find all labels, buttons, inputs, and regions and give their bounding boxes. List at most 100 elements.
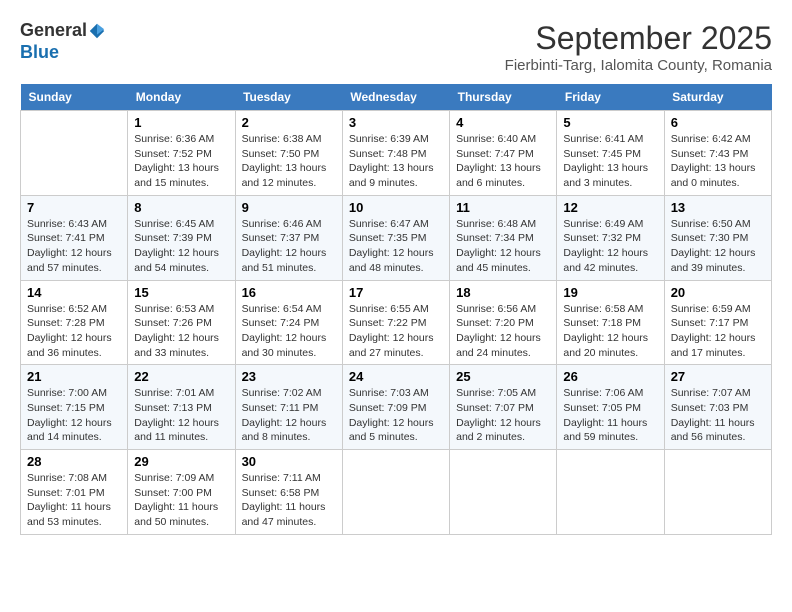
day-header-wednesday: Wednesday [342,84,449,111]
day-number: 28 [27,454,121,469]
day-info: Sunrise: 6:54 AMSunset: 7:24 PMDaylight:… [242,302,336,361]
calendar-cell: 23 Sunrise: 7:02 AMSunset: 7:11 PMDayligh… [235,365,342,450]
day-number: 3 [349,115,443,130]
day-info: Sunrise: 6:43 AMSunset: 7:41 PMDaylight:… [27,217,121,276]
day-number: 14 [27,285,121,300]
day-number: 15 [134,285,228,300]
calendar-cell: 17Sunrise: 6:55 AMSunset: 7:22 PMDayligh… [342,280,449,365]
calendar-cell: 30 Sunrise: 7:11 AMSunset: 6:58 PMDayligh… [235,450,342,535]
calendar-cell: 21Sunrise: 7:00 AMSunset: 7:15 PMDayligh… [21,365,128,450]
day-number: 8 [134,200,228,215]
calendar-cell: 10Sunrise: 6:47 AMSunset: 7:35 PMDayligh… [342,195,449,280]
day-info: Sunrise: 7:07 AMSunset: 7:03 PMDaylight:… [671,386,765,445]
day-number: 21 [27,369,121,384]
header-row: SundayMondayTuesdayWednesdayThursdayFrid… [21,84,772,111]
calendar-cell: 19 Sunrise: 6:58 AMSunset: 7:18 PMDayligh… [557,280,664,365]
day-number: 22 [134,369,228,384]
day-number: 27 [671,369,765,384]
week-row-1: 1 Sunrise: 6:36 AMSunset: 7:52 PMDaylight… [21,111,772,196]
day-number: 23 [242,369,336,384]
calendar-cell: 6Sunrise: 6:42 AMSunset: 7:43 PMDaylight… [664,111,771,196]
day-header-sunday: Sunday [21,84,128,111]
calendar-cell [342,450,449,535]
calendar-cell: 18Sunrise: 6:56 AMSunset: 7:20 PMDayligh… [450,280,557,365]
calendar-cell: 1 Sunrise: 6:36 AMSunset: 7:52 PMDaylight… [128,111,235,196]
calendar-cell: 3Sunrise: 6:39 AMSunset: 7:48 PMDaylight… [342,111,449,196]
calendar-cell: 28Sunrise: 7:08 AMSunset: 7:01 PMDayligh… [21,450,128,535]
day-number: 5 [563,115,657,130]
day-info: Sunrise: 6:58 AMSunset: 7:18 PMDaylight:… [563,302,657,361]
week-row-2: 7 Sunrise: 6:43 AMSunset: 7:41 PMDaylight… [21,195,772,280]
week-row-5: 28Sunrise: 7:08 AMSunset: 7:01 PMDayligh… [21,450,772,535]
calendar-cell: 11 Sunrise: 6:48 AMSunset: 7:34 PMDayligh… [450,195,557,280]
day-number: 24 [349,369,443,384]
day-info: Sunrise: 6:49 AMSunset: 7:32 PMDaylight:… [563,217,657,276]
day-info: Sunrise: 7:06 AMSunset: 7:05 PMDaylight:… [563,386,657,445]
calendar-cell: 26 Sunrise: 7:06 AMSunset: 7:05 PMDayligh… [557,365,664,450]
day-info: Sunrise: 6:59 AMSunset: 7:17 PMDaylight:… [671,302,765,361]
day-number: 6 [671,115,765,130]
calendar-cell: 29 Sunrise: 7:09 AMSunset: 7:00 PMDayligh… [128,450,235,535]
day-info: Sunrise: 6:45 AMSunset: 7:39 PMDaylight:… [134,217,228,276]
month-title: September 2025 [505,20,772,57]
day-header-tuesday: Tuesday [235,84,342,111]
day-header-friday: Friday [557,84,664,111]
day-number: 18 [456,285,550,300]
calendar-cell: 12 Sunrise: 6:49 AMSunset: 7:32 PMDayligh… [557,195,664,280]
calendar-cell: 13 Sunrise: 6:50 AMSunset: 7:30 PMDayligh… [664,195,771,280]
day-info: Sunrise: 6:46 AMSunset: 7:37 PMDaylight:… [242,217,336,276]
day-number: 29 [134,454,228,469]
calendar-cell [450,450,557,535]
day-info: Sunrise: 6:48 AMSunset: 7:34 PMDaylight:… [456,217,550,276]
week-row-4: 21Sunrise: 7:00 AMSunset: 7:15 PMDayligh… [21,365,772,450]
day-info: Sunrise: 7:05 AMSunset: 7:07 PMDaylight:… [456,386,550,445]
day-number: 19 [563,285,657,300]
day-number: 12 [563,200,657,215]
day-number: 11 [456,200,550,215]
calendar-cell: 14Sunrise: 6:52 AMSunset: 7:28 PMDayligh… [21,280,128,365]
calendar-cell [664,450,771,535]
day-info: Sunrise: 7:01 AMSunset: 7:13 PMDaylight:… [134,386,228,445]
day-info: Sunrise: 6:50 AMSunset: 7:30 PMDaylight:… [671,217,765,276]
day-info: Sunrise: 6:41 AMSunset: 7:45 PMDaylight:… [563,132,657,191]
day-number: 9 [242,200,336,215]
calendar-cell: 4Sunrise: 6:40 AMSunset: 7:47 PMDaylight… [450,111,557,196]
calendar-cell: 22 Sunrise: 7:01 AMSunset: 7:13 PMDayligh… [128,365,235,450]
day-info: Sunrise: 6:36 AMSunset: 7:52 PMDaylight:… [134,132,228,191]
logo-blue-text: Blue [20,42,59,62]
calendar-cell: 20 Sunrise: 6:59 AMSunset: 7:17 PMDayligh… [664,280,771,365]
day-info: Sunrise: 7:11 AMSunset: 6:58 PMDaylight:… [242,471,336,530]
calendar-cell: 16 Sunrise: 6:54 AMSunset: 7:24 PMDayligh… [235,280,342,365]
calendar-cell [21,111,128,196]
day-number: 7 [27,200,121,215]
calendar-cell [557,450,664,535]
day-info: Sunrise: 7:09 AMSunset: 7:00 PMDaylight:… [134,471,228,530]
logo-general-text: General [20,20,87,40]
day-number: 16 [242,285,336,300]
day-info: Sunrise: 7:02 AMSunset: 7:11 PMDaylight:… [242,386,336,445]
location-subtitle: Fierbinti-Targ, Ialomita County, Romania [505,57,772,74]
calendar-cell: 7 Sunrise: 6:43 AMSunset: 7:41 PMDaylight… [21,195,128,280]
day-header-thursday: Thursday [450,84,557,111]
calendar-table: SundayMondayTuesdayWednesdayThursdayFrid… [20,84,772,535]
calendar-cell: 8 Sunrise: 6:45 AMSunset: 7:39 PMDaylight… [128,195,235,280]
day-number: 13 [671,200,765,215]
day-number: 20 [671,285,765,300]
day-number: 26 [563,369,657,384]
calendar-cell: 27 Sunrise: 7:07 AMSunset: 7:03 PMDayligh… [664,365,771,450]
day-number: 1 [134,115,228,130]
day-number: 2 [242,115,336,130]
page-header: General Blue September 2025 Fierbinti-Ta… [20,20,772,74]
day-number: 25 [456,369,550,384]
day-info: Sunrise: 6:53 AMSunset: 7:26 PMDaylight:… [134,302,228,361]
day-info: Sunrise: 6:40 AMSunset: 7:47 PMDaylight:… [456,132,550,191]
day-number: 30 [242,454,336,469]
logo: General Blue [20,20,107,63]
week-row-3: 14Sunrise: 6:52 AMSunset: 7:28 PMDayligh… [21,280,772,365]
calendar-cell: 5 Sunrise: 6:41 AMSunset: 7:45 PMDaylight… [557,111,664,196]
day-info: Sunrise: 6:38 AMSunset: 7:50 PMDaylight:… [242,132,336,191]
day-number: 17 [349,285,443,300]
day-header-monday: Monday [128,84,235,111]
day-number: 10 [349,200,443,215]
calendar-cell: 24Sunrise: 7:03 AMSunset: 7:09 PMDayligh… [342,365,449,450]
